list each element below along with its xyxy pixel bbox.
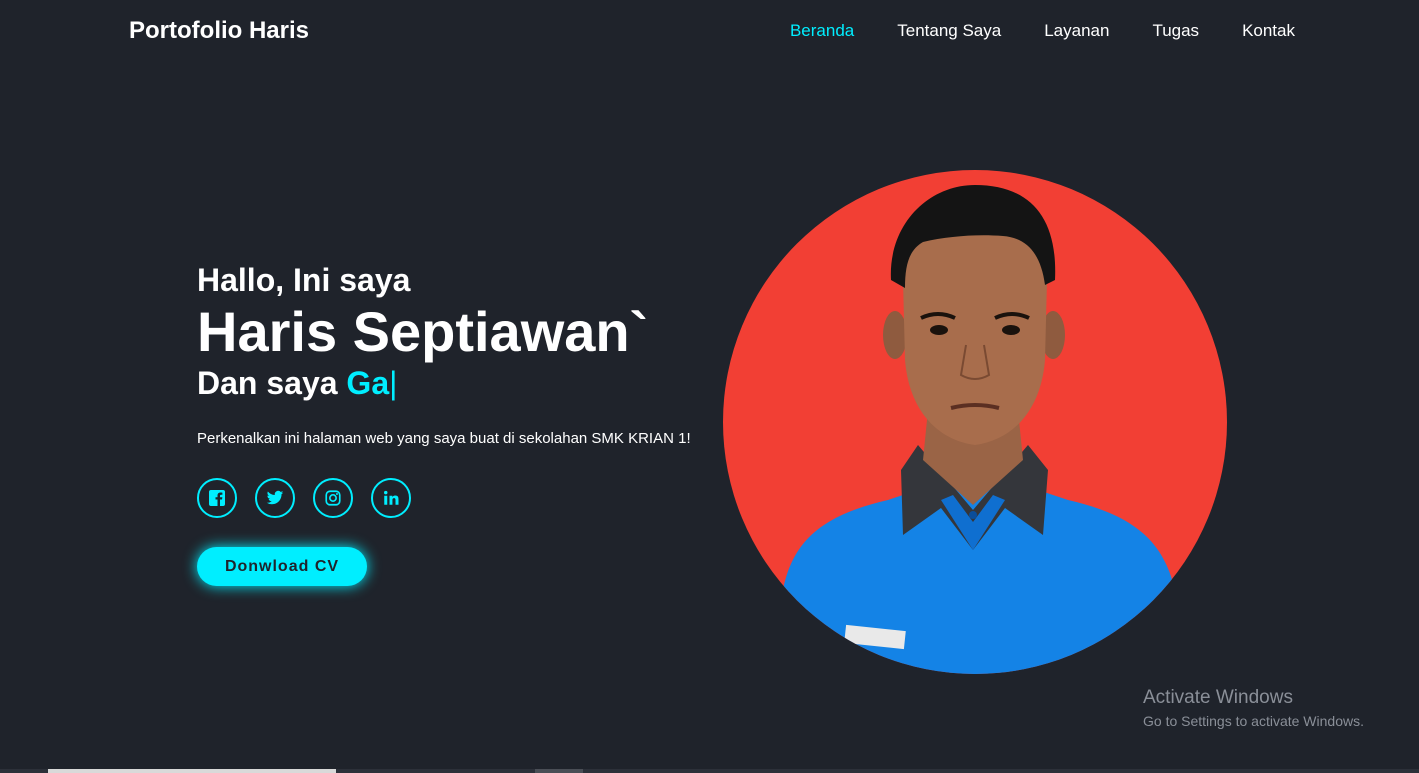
site-logo[interactable]: Portofolio Haris (129, 17, 309, 45)
download-cv-button[interactable]: Donwload CV (197, 547, 367, 586)
scrollbar-thumb[interactable] (48, 769, 336, 773)
facebook-icon (209, 490, 225, 506)
twitter-link[interactable] (255, 478, 295, 518)
facebook-link[interactable] (197, 478, 237, 518)
nav-kontak[interactable]: Kontak (1242, 21, 1295, 41)
site-header: Portofolio Haris Beranda Tentang Saya La… (0, 0, 1419, 64)
role-prefix: Dan saya (197, 365, 347, 401)
hero-name: Haris Septiawan` (197, 300, 649, 363)
instagram-link[interactable] (313, 478, 353, 518)
linkedin-icon (384, 490, 399, 505)
windows-activation-watermark: Activate Windows Go to Settings to activ… (1143, 686, 1364, 731)
horizontal-scrollbar[interactable] (0, 769, 1419, 773)
hero-greeting: Hallo, Ini saya (197, 262, 411, 298)
profile-portrait-image (763, 185, 1193, 674)
scrollbar-thumb-secondary[interactable] (535, 769, 583, 773)
watermark-subtitle: Go to Settings to activate Windows. (1143, 713, 1364, 729)
nav-layanan[interactable]: Layanan (1044, 21, 1109, 41)
hero-role: Dan saya Ga| (197, 365, 757, 401)
social-links (197, 478, 757, 518)
nav-tugas[interactable]: Tugas (1152, 21, 1199, 41)
profile-photo (723, 170, 1227, 674)
hero-section: Hallo, Ini saya Haris Septiawan` Dan say… (197, 262, 757, 586)
main-nav: Beranda Tentang Saya Layanan Tugas Konta… (790, 21, 1295, 41)
twitter-icon (266, 490, 284, 505)
watermark-title: Activate Windows (1143, 687, 1293, 708)
nav-beranda[interactable]: Beranda (790, 21, 854, 41)
role-typed-text: Ga (346, 365, 390, 401)
typing-cursor: | (389, 365, 398, 401)
hero-description: Perkenalkan ini halaman web yang saya bu… (197, 430, 691, 447)
nav-tentang-saya[interactable]: Tentang Saya (897, 21, 1001, 41)
instagram-icon (325, 490, 341, 506)
linkedin-link[interactable] (371, 478, 411, 518)
